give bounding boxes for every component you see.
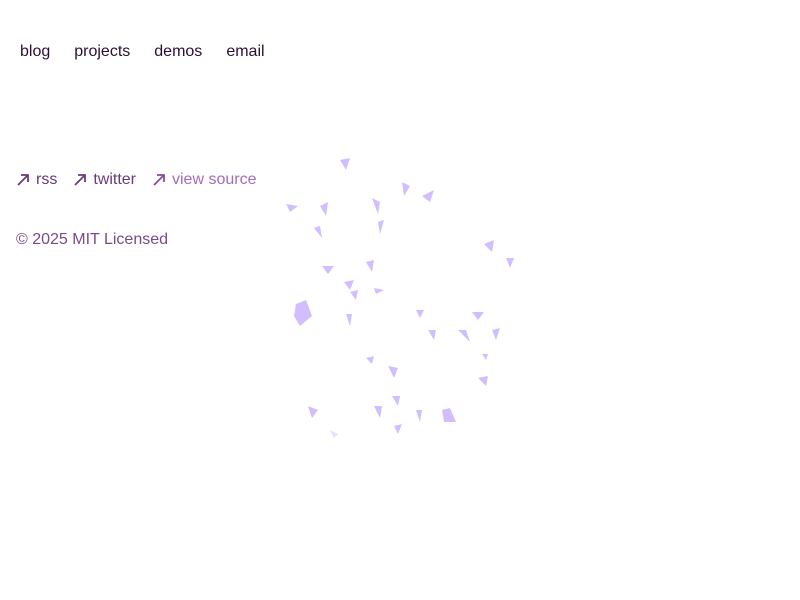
view-source-link-label: view source xyxy=(172,171,257,188)
nav-link-projects[interactable]: projects xyxy=(74,42,130,62)
copyright-text: © 2025 MIT Licensed xyxy=(16,231,169,248)
arrow-up-right-icon xyxy=(153,174,165,186)
top-nav: blog projects demos email xyxy=(20,42,265,62)
rss-link-label: rss xyxy=(36,171,58,188)
arrow-up-right-icon xyxy=(17,174,29,186)
view-source-link[interactable]: view source xyxy=(152,170,256,190)
page: blog projects demos email rss twitter vi… xyxy=(0,0,800,600)
arrow-up-right-icon xyxy=(74,174,87,186)
nav-link-demos[interactable]: demos xyxy=(154,42,202,62)
nav-link-email[interactable]: email xyxy=(226,42,264,62)
footer-links: rss twitter view source xyxy=(16,170,256,190)
rss-link[interactable]: rss xyxy=(16,170,57,190)
twitter-link[interactable]: twitter xyxy=(73,170,136,190)
confetti-particles xyxy=(286,158,514,438)
nav-link-blog[interactable]: blog xyxy=(20,42,50,62)
twitter-link-label: twitter xyxy=(93,171,136,188)
